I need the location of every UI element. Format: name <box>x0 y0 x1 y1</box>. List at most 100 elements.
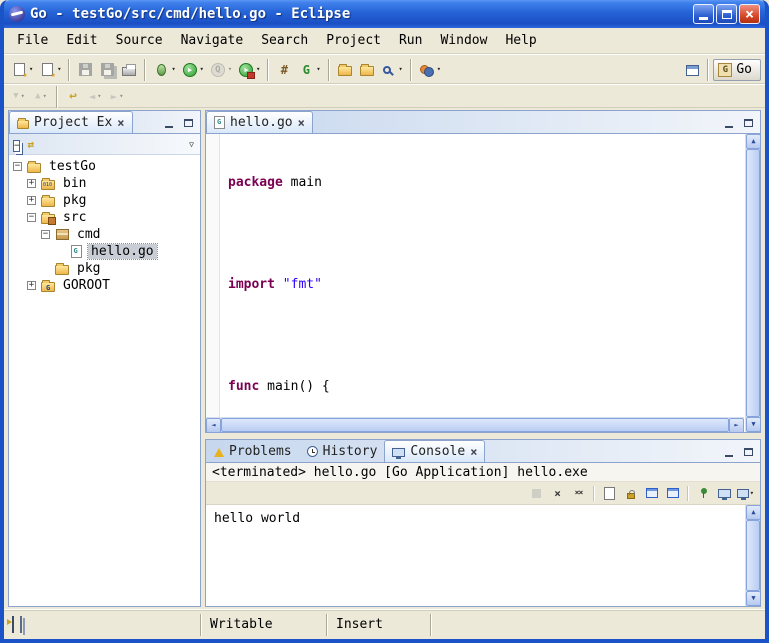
new-go-package-button[interactable]: # <box>273 58 295 82</box>
minimize-view-button[interactable] <box>721 116 737 130</box>
console-output-text[interactable]: hello world <box>206 505 745 606</box>
dropdown-icon[interactable]: ▾ <box>43 93 47 100</box>
show-on-stderr-button[interactable] <box>664 485 681 502</box>
import-button[interactable] <box>334 58 356 82</box>
dropdown-icon[interactable]: ▾ <box>750 490 754 497</box>
annotation-ruler[interactable] <box>206 134 220 432</box>
maximize-view-button[interactable] <box>180 116 196 130</box>
scroll-track[interactable] <box>746 520 760 591</box>
tree-item-testGo[interactable]: testGo <box>9 158 200 175</box>
pin-console-button[interactable] <box>695 485 712 502</box>
remove-launch-button[interactable]: × <box>549 485 566 502</box>
tree-item-bin[interactable]: bin <box>9 175 200 192</box>
next-annotation-button[interactable]: ▼▾ <box>8 87 30 107</box>
menu-window[interactable]: Window <box>431 30 496 51</box>
scroll-track[interactable] <box>221 418 729 432</box>
dropdown-icon[interactable]: ▾ <box>21 93 25 100</box>
menu-navigate[interactable]: Navigate <box>172 30 253 51</box>
tree-item-pkg[interactable]: pkg <box>9 192 200 209</box>
last-edit-location-button[interactable]: ↩ <box>62 87 84 107</box>
scroll-lock-button[interactable] <box>622 485 639 502</box>
menu-search[interactable]: Search <box>252 30 317 51</box>
dropdown-icon[interactable]: ▾ <box>57 66 61 73</box>
scroll-up-icon[interactable]: ▲ <box>746 134 761 149</box>
tree-item-src-pkg[interactable]: pkg <box>9 260 200 277</box>
tree-item-cmd[interactable]: cmd <box>9 226 200 243</box>
new-wizard-button[interactable]: ▾ <box>8 58 36 82</box>
expand-expander-icon[interactable] <box>27 281 36 290</box>
dropdown-icon[interactable]: ▾ <box>200 66 204 73</box>
titlebar[interactable]: Go - testGo/src/cmd/hello.go - Eclipse × <box>4 0 765 28</box>
run-button[interactable]: ▾ <box>179 58 207 82</box>
terminate-button[interactable] <box>528 485 545 502</box>
close-icon[interactable]: × <box>116 116 125 130</box>
menu-edit[interactable]: Edit <box>57 30 106 51</box>
minimize-view-button[interactable] <box>161 116 177 130</box>
scroll-thumb[interactable] <box>221 418 729 432</box>
menu-project[interactable]: Project <box>317 30 390 51</box>
close-icon[interactable]: × <box>469 445 478 459</box>
maximize-view-button[interactable] <box>740 445 756 459</box>
dropdown-icon[interactable]: ▾ <box>29 66 33 73</box>
dropdown-icon[interactable]: ▾ <box>437 66 441 73</box>
dropdown-icon[interactable]: ▾ <box>119 93 123 100</box>
dropdown-icon[interactable]: ▾ <box>256 66 260 73</box>
dropdown-icon[interactable]: ▾ <box>316 66 320 73</box>
new-file-button[interactable]: ▾ <box>36 58 64 82</box>
maximize-button[interactable] <box>716 4 737 24</box>
scroll-up-icon[interactable]: ▲ <box>746 505 761 520</box>
scroll-right-icon[interactable]: ► <box>729 418 744 433</box>
dropdown-icon[interactable]: ▾ <box>228 66 232 73</box>
new-go-file-button[interactable]: G▾ <box>295 58 323 82</box>
back-button[interactable]: ◄▾ <box>84 87 106 107</box>
tree-item-hello-go[interactable]: hello.go <box>9 243 200 260</box>
tree-item-src[interactable]: src <box>9 209 200 226</box>
minimize-button[interactable] <box>693 4 714 24</box>
tab-console[interactable]: Console × <box>384 440 485 462</box>
fast-view-button[interactable] <box>12 617 14 632</box>
tab-project-explorer[interactable]: Project Ex × <box>9 111 133 133</box>
editor-vertical-scrollbar[interactable]: ▲ ▼ <box>745 134 760 432</box>
save-button[interactable] <box>74 58 96 82</box>
progress-view-button[interactable] <box>20 617 22 632</box>
menu-help[interactable]: Help <box>496 30 545 51</box>
scroll-thumb[interactable] <box>746 520 760 591</box>
minimize-view-button[interactable] <box>721 445 737 459</box>
view-menu-button[interactable]: ▽ <box>189 140 196 149</box>
tab-history[interactable]: History <box>299 440 385 462</box>
code-area[interactable]: package main import "fmt" func main() { … <box>220 134 745 432</box>
display-console-button[interactable] <box>716 485 733 502</box>
scroll-left-icon[interactable]: ◄ <box>206 418 221 433</box>
collapse-expander-icon[interactable] <box>13 162 22 171</box>
close-icon[interactable]: × <box>297 116 306 130</box>
tab-problems[interactable]: Problems <box>206 440 299 462</box>
maximize-view-button[interactable] <box>740 116 756 130</box>
editor-horizontal-scrollbar[interactable]: ◄ ► <box>206 417 744 432</box>
collapse-expander-icon[interactable] <box>27 213 36 222</box>
menu-source[interactable]: Source <box>107 30 172 51</box>
collapse-expander-icon[interactable] <box>41 230 50 239</box>
menu-file[interactable]: File <box>8 30 57 51</box>
scroll-down-icon[interactable]: ▼ <box>746 591 761 606</box>
save-all-button[interactable] <box>96 58 118 82</box>
remove-all-launches-button[interactable]: ×× <box>570 485 587 502</box>
scroll-down-icon[interactable]: ▼ <box>746 417 761 432</box>
dropdown-icon[interactable]: ▾ <box>399 66 403 73</box>
console-vertical-scrollbar[interactable]: ▲ ▼ <box>745 505 760 606</box>
dropdown-icon[interactable]: ▾ <box>97 93 101 100</box>
scroll-thumb[interactable] <box>746 149 760 417</box>
tree-item-GOROOT[interactable]: GOROOT <box>9 277 200 294</box>
external-tools-button[interactable]: ▾ <box>235 58 263 82</box>
profile-button[interactable]: Q▾ <box>207 58 235 82</box>
debug-button[interactable]: ▾ <box>150 58 178 82</box>
menu-run[interactable]: Run <box>390 30 431 51</box>
export-button[interactable] <box>356 58 378 82</box>
clear-console-button[interactable] <box>601 485 618 502</box>
expand-expander-icon[interactable] <box>27 179 36 188</box>
link-with-editor-button[interactable]: ⇄ <box>27 137 34 152</box>
dropdown-icon[interactable]: ▾ <box>171 66 175 73</box>
tab-hello-go[interactable]: hello.go × <box>206 111 313 133</box>
open-perspective-button[interactable] <box>681 58 703 82</box>
open-console-dropdown-button[interactable]: ▾ <box>737 485 754 502</box>
close-button[interactable]: × <box>739 4 760 24</box>
